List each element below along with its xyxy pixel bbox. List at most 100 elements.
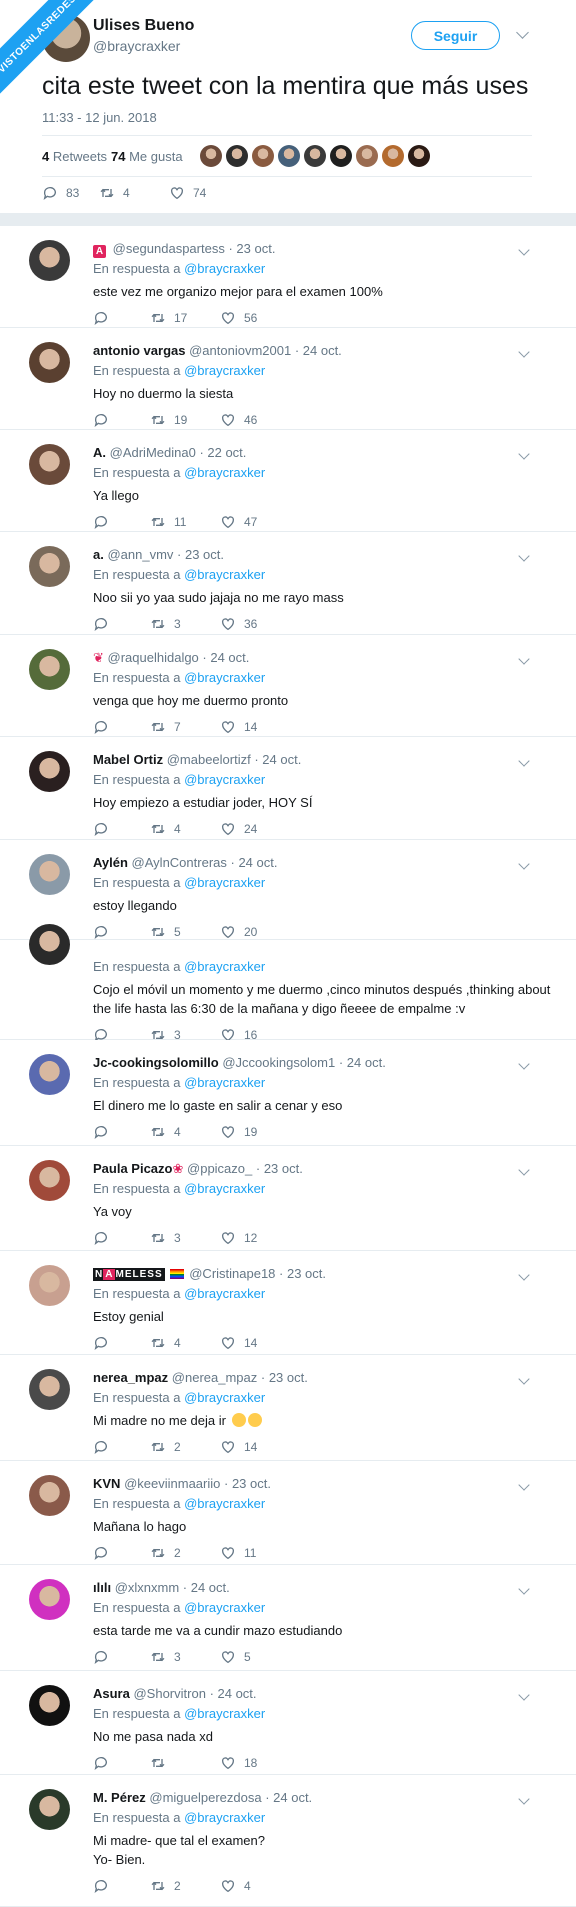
like-action[interactable]: 12	[220, 1230, 257, 1246]
reply-handle[interactable]: @mabeelortizf	[167, 752, 251, 767]
chevron-down-icon[interactable]	[518, 448, 530, 460]
liker-avatar[interactable]	[382, 145, 404, 167]
reply-date[interactable]: · 24 oct.	[265, 1790, 312, 1805]
reply-avatar[interactable]	[29, 546, 70, 587]
chevron-down-icon[interactable]	[518, 1058, 530, 1070]
retweet-action[interactable]: 11	[150, 514, 220, 530]
reply-date[interactable]: · 24 oct.	[339, 1055, 386, 1070]
chevron-down-icon[interactable]	[516, 26, 529, 39]
chevron-down-icon[interactable]	[518, 1583, 530, 1595]
reply-action[interactable]: 83	[42, 185, 99, 201]
retweet-action[interactable]: 4	[150, 821, 220, 837]
reply-author-name[interactable]: Mabel Ortiz	[93, 752, 163, 767]
reply-avatar[interactable]	[29, 342, 70, 383]
reply-tweet[interactable]: nerea_mpaz @nerea_mpaz · 23 oct. En respu…	[0, 1355, 576, 1461]
chevron-down-icon[interactable]	[518, 1793, 530, 1805]
liker-avatar[interactable]	[408, 145, 430, 167]
reply-avatar[interactable]	[29, 751, 70, 792]
chevron-down-icon[interactable]	[518, 1689, 530, 1701]
like-action[interactable]: 4	[220, 1878, 251, 1894]
like-action[interactable]: 14	[220, 1439, 257, 1455]
reply-date[interactable]: · 23 oct.	[256, 1161, 303, 1176]
reply-avatar[interactable]	[29, 1579, 70, 1620]
reply-context-link[interactable]: @braycraxker	[184, 363, 265, 378]
reply-date[interactable]: · 23 oct.	[177, 547, 224, 562]
reply-tweet[interactable]: antonio vargas @antoniovm2001 · 24 oct. E…	[0, 328, 576, 430]
reply-avatar[interactable]	[29, 240, 70, 281]
reply-handle[interactable]: @segundaspartess	[113, 241, 225, 256]
reply-author-name[interactable]: Paula Picazo	[93, 1161, 172, 1176]
reply-context-link[interactable]: @braycraxker	[184, 1075, 265, 1090]
reply-handle[interactable]: @Shorvitron	[133, 1686, 205, 1701]
reply-tweet[interactable]: A @segundaspartess · 23 oct. En respuesta…	[0, 226, 576, 328]
reply-avatar[interactable]	[29, 924, 70, 965]
like-action[interactable]: 14	[220, 1335, 257, 1351]
reply-handle[interactable]: @ann_vmv	[107, 547, 173, 562]
reply-avatar[interactable]	[29, 1160, 70, 1201]
reply-handle[interactable]: @Cristinape18	[189, 1266, 275, 1281]
reply-handle[interactable]: @xlxnxmm	[115, 1580, 179, 1595]
reply-action[interactable]	[93, 310, 150, 326]
retweet-action[interactable]: 2	[150, 1878, 220, 1894]
liker-avatar[interactable]	[226, 145, 248, 167]
reply-action[interactable]	[93, 1230, 150, 1246]
reply-tweet[interactable]: N A MELESS @Cristinape18 · 23 oct. En respu…	[0, 1251, 576, 1355]
like-action[interactable]: 18	[220, 1755, 257, 1771]
reply-date[interactable]: · 24 oct.	[295, 343, 342, 358]
like-action[interactable]: 24	[220, 821, 257, 837]
reply-tweet[interactable]: M. Pérez @miguelperezdosa · 24 oct. En re…	[0, 1775, 576, 1907]
liker-avatar[interactable]	[200, 145, 222, 167]
reply-context-link[interactable]: @braycraxker	[184, 1181, 265, 1196]
reply-date[interactable]: · 23 oct.	[224, 1476, 271, 1491]
chevron-down-icon[interactable]	[518, 346, 530, 358]
reply-action[interactable]	[93, 924, 150, 940]
reply-author-name[interactable]: M. Pérez	[93, 1790, 146, 1805]
reply-tweet[interactable]: Mabel Ortiz @mabeelortizf · 24 oct. En re…	[0, 737, 576, 840]
reply-context-link[interactable]: @braycraxker	[184, 1706, 265, 1721]
reply-context-link[interactable]: @braycraxker	[184, 1390, 265, 1405]
reply-context-link[interactable]: @braycraxker	[184, 670, 265, 685]
reply-action[interactable]	[93, 1649, 150, 1665]
likes-stat[interactable]: 74 Me gusta	[111, 149, 183, 164]
chevron-down-icon[interactable]	[518, 1269, 530, 1281]
reply-date[interactable]: · 24 oct.	[254, 752, 301, 767]
reply-context-link[interactable]: @braycraxker	[184, 1286, 265, 1301]
like-action[interactable]: 74	[169, 185, 206, 201]
reply-author-name[interactable]: antonio vargas	[93, 343, 185, 358]
retweet-action[interactable]: 3	[150, 616, 220, 632]
like-action[interactable]: 11	[220, 1545, 256, 1561]
reply-action[interactable]	[93, 1335, 150, 1351]
reply-tweet[interactable]: Paula Picazo❀ @ppicazo_ · 23 oct. En resp…	[0, 1146, 576, 1251]
chevron-down-icon[interactable]	[518, 1479, 530, 1491]
like-action[interactable]: 46	[220, 412, 257, 428]
reply-date[interactable]: · 23 oct.	[261, 1370, 308, 1385]
reply-handle[interactable]: @miguelperezdosa	[149, 1790, 261, 1805]
reply-context-link[interactable]: @braycraxker	[184, 261, 265, 276]
like-action[interactable]: 56	[220, 310, 257, 326]
like-action[interactable]: 19	[220, 1124, 257, 1140]
reply-context-link[interactable]: @braycraxker	[184, 1810, 265, 1825]
reply-context-link[interactable]: @braycraxker	[184, 1600, 265, 1615]
reply-avatar[interactable]	[29, 1475, 70, 1516]
reply-avatar[interactable]	[29, 444, 70, 485]
retweet-action[interactable]: 4	[150, 1335, 220, 1351]
reply-date[interactable]: · 23 oct.	[228, 241, 275, 256]
like-action[interactable]: 5	[220, 1649, 251, 1665]
reply-handle[interactable]: @ppicazo_	[187, 1161, 252, 1176]
tweet-datetime[interactable]: 11:33 - 12 jun. 2018	[42, 110, 157, 125]
reply-author-name[interactable]: Aylén	[93, 855, 128, 870]
retweet-action[interactable]: 4	[99, 185, 169, 201]
chevron-down-icon[interactable]	[518, 550, 530, 562]
reply-context-link[interactable]: @braycraxker	[184, 465, 265, 480]
retweet-action[interactable]: 17	[150, 310, 220, 326]
reply-tweet[interactable]: Jc-cookingsolomillo @Jccookingsolom1 · 2…	[0, 1040, 576, 1146]
reply-handle[interactable]: @AylnContreras	[132, 855, 227, 870]
reply-avatar[interactable]	[29, 1685, 70, 1726]
reply-tweet[interactable]: A. @AdriMedina0 · 22 oct. En respuesta a …	[0, 430, 576, 532]
like-action[interactable]: 14	[220, 719, 257, 735]
retweet-action[interactable]: 7	[150, 719, 220, 735]
reply-action[interactable]	[93, 616, 150, 632]
reply-author-name[interactable]: Asura	[93, 1686, 130, 1701]
retweet-action[interactable]: 19	[150, 412, 220, 428]
reply-handle[interactable]: @AdriMedina0	[110, 445, 196, 460]
